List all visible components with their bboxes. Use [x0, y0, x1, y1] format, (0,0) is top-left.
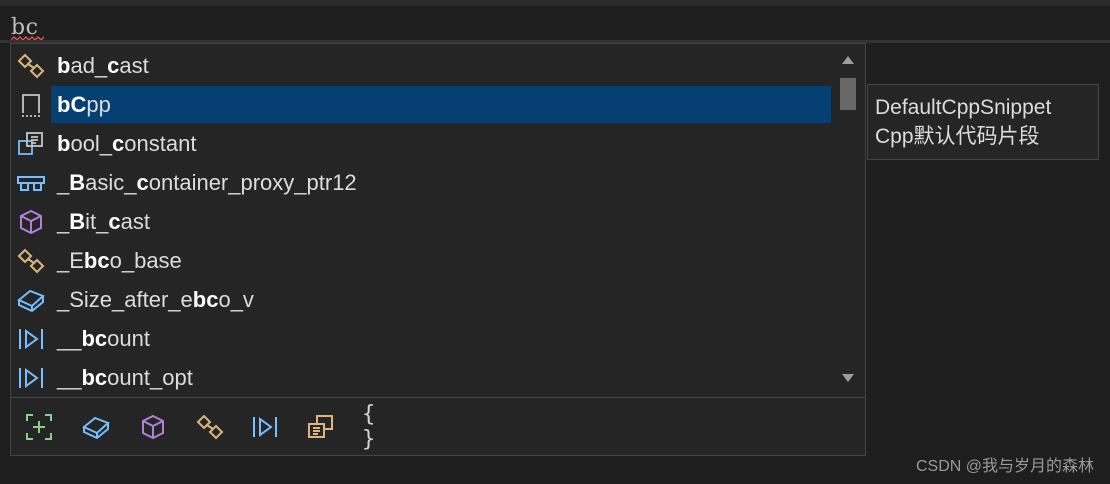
- expand-all-icon: [26, 414, 52, 440]
- item-text: __bcount_opt: [57, 364, 193, 390]
- item-text: _Bit_cast: [57, 208, 150, 234]
- completion-item-label: bad_cast: [51, 47, 831, 84]
- completion-item[interactable]: _Size_after_ebco_v: [11, 280, 833, 319]
- braces-icon: { }: [362, 402, 376, 452]
- completion-item[interactable]: __bcount: [11, 319, 833, 358]
- typedef-icon: [11, 46, 51, 85]
- snippet-stack-icon: [308, 415, 333, 438]
- filter-classes-button[interactable]: [138, 412, 168, 442]
- filter-macros-button[interactable]: [250, 412, 280, 442]
- completion-item[interactable]: __bcount_opt: [11, 358, 833, 397]
- filter-variables-button[interactable]: [81, 412, 111, 442]
- completion-list: bad_cast bCpp bool_constant _Basic_conta…: [11, 44, 833, 396]
- variable-icon: [82, 416, 110, 440]
- completion-item-label: _Bit_cast: [51, 203, 831, 240]
- completion-item-selected[interactable]: bCpp: [11, 85, 833, 124]
- snippet-tooltip: DefaultCppSnippet Cpp默认代码片段: [867, 84, 1099, 160]
- completion-item-label: bCpp: [51, 86, 831, 123]
- editor-stage: bc bad_cast bCpp bool_constant _Basic_co…: [0, 0, 1110, 484]
- completion-item[interactable]: bool_constant: [11, 124, 833, 163]
- completion-item[interactable]: _Bit_cast: [11, 202, 833, 241]
- macro-icon: [11, 319, 51, 358]
- completion-item[interactable]: _Ebco_base: [11, 241, 833, 280]
- filter-all-button[interactable]: [24, 412, 54, 442]
- completion-scrollbar[interactable]: [837, 50, 859, 390]
- item-text: bool_constant: [57, 130, 197, 156]
- completion-item-label: __bcount: [51, 320, 831, 357]
- filter-namespaces-button[interactable]: { }: [362, 402, 392, 452]
- completion-popup: bad_cast bCpp bool_constant _Basic_conta…: [10, 43, 866, 456]
- completion-item-label: bool_constant: [51, 125, 831, 162]
- item-text: _Size_after_ebco_v: [57, 286, 254, 312]
- completion-item[interactable]: _Basic_container_proxy_ptr12: [11, 163, 833, 202]
- completion-filter-bar: { }: [11, 397, 865, 455]
- macro-icon: [253, 417, 277, 437]
- tooltip-description: Cpp默认代码片段: [875, 125, 1040, 148]
- class-icon: [11, 202, 51, 241]
- item-text: _Ebco_base: [57, 247, 182, 273]
- editor-current-line[interactable]: bc: [0, 6, 1110, 42]
- filter-snippets-button[interactable]: [306, 412, 336, 442]
- item-text: _Basic_container_proxy_ptr12: [57, 169, 357, 195]
- template-icon: [11, 124, 51, 163]
- snippet-icon: [11, 85, 51, 124]
- completion-item[interactable]: bad_cast: [11, 46, 833, 85]
- completion-item-label: __bcount_opt: [51, 359, 831, 396]
- class-icon: [142, 414, 164, 440]
- completion-item-label: _Ebco_base: [51, 242, 831, 279]
- scroll-up-arrow-icon[interactable]: [841, 54, 855, 66]
- scroll-down-arrow-icon[interactable]: [841, 372, 855, 384]
- typedef-icon: [11, 241, 51, 280]
- variable-icon: [11, 280, 51, 319]
- scrollbar-thumb[interactable]: [840, 78, 856, 110]
- item-text: __bcount: [57, 325, 150, 351]
- item-text: bad_cast: [57, 52, 149, 78]
- watermark: CSDN @我与岁月的森林: [915, 458, 1094, 475]
- completion-item-label: _Basic_container_proxy_ptr12: [51, 164, 831, 201]
- macro-icon: [11, 358, 51, 397]
- struct-icon: [11, 163, 51, 202]
- typedef-icon: [196, 414, 224, 440]
- filter-typedefs-button[interactable]: [195, 412, 225, 442]
- tooltip-title: DefaultCppSnippet: [875, 96, 1052, 119]
- completion-item-label: _Size_after_ebco_v: [51, 281, 831, 318]
- item-text: bCpp: [57, 91, 111, 117]
